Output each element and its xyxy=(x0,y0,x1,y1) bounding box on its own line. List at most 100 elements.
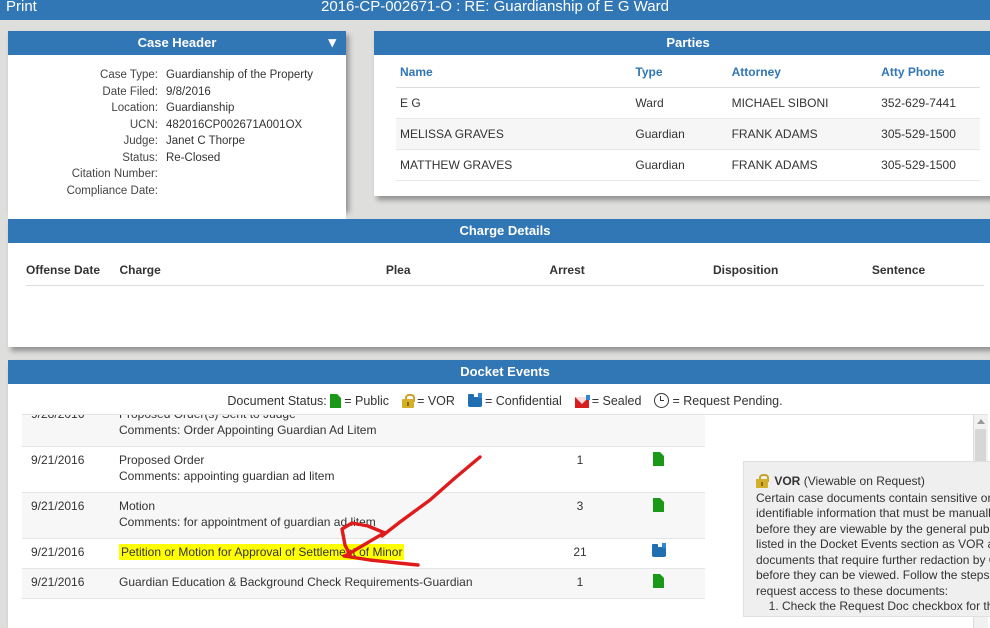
docket-events-title-text: Docket Events xyxy=(460,364,550,379)
charge-column-header: Charge xyxy=(119,263,161,277)
party-phone: 305-529-1500 xyxy=(877,118,980,150)
document-icon xyxy=(653,452,664,466)
document-icon xyxy=(653,574,664,588)
docket-event-status-icon[interactable] xyxy=(615,415,705,446)
party-type: Guardian xyxy=(631,118,728,150)
docket-row[interactable]: 9/21/2016 Guardian Education & Background… xyxy=(22,569,705,599)
docket-event-status-icon[interactable] xyxy=(615,569,705,598)
charge-details-table-header: Offense Date Charge Plea Arrest Disposition S… xyxy=(26,243,984,286)
window-title-bar: Print 2016-CP-002671-O : RE: Guardianshi… xyxy=(0,0,990,20)
envelope-icon xyxy=(574,395,590,408)
case-title: 2016-CP-002671-O : RE: Guardianship of E… xyxy=(321,0,669,15)
docket-row[interactable]: 9/28/2016 Proposed Order(s) Sent to Judge… xyxy=(22,414,705,447)
docket-event-title[interactable]: Motion xyxy=(119,499,155,513)
parties-panel: Parties Name Type Attorney Atty Phone E G Wa… xyxy=(374,31,990,196)
vor-info-line: Certain case documents contain sensitive… xyxy=(756,490,990,505)
docket-event-title[interactable]: Proposed Order xyxy=(119,453,204,467)
docket-event-comment: Comments: appointing guardian ad litem xyxy=(119,469,335,483)
case-header-field-label: Judge: xyxy=(123,135,158,147)
docket-event-page-count: 1 xyxy=(576,575,584,589)
case-header-field-label: Case Type: xyxy=(100,69,158,81)
docket-event-page-count: 21 xyxy=(573,545,587,559)
case-header-field: UCN: 482016CP002671A001OX xyxy=(8,117,346,134)
vor-subtitle-text: (Viewable on Request) xyxy=(803,474,925,488)
docket-event-description: Motion Comments: for appointment of guard… xyxy=(119,493,545,538)
docket-event-title[interactable]: Guardian Education & Background Check Re… xyxy=(119,575,473,589)
docket-row[interactable]: 9/21/2016 Motion Comments: for appointment… xyxy=(22,493,705,539)
docket-event-comment: Comments: Order Appointing Guardian Ad L… xyxy=(119,423,377,437)
docket-event-description: Guardian Education & Background Check Re… xyxy=(119,569,545,598)
legend-item: = VOR xyxy=(402,394,455,408)
case-header-field: Judge: Janet C Thorpe xyxy=(8,133,346,150)
table-row[interactable]: MATTHEW GRAVES Guardian FRANK ADAMS 305-529… xyxy=(396,149,980,181)
case-header-field: Location: Guardianship xyxy=(8,100,346,117)
party-phone: 352-629-7441 xyxy=(877,87,980,119)
party-type: Ward xyxy=(631,87,728,119)
vor-info-line: documents that require further redaction… xyxy=(756,552,990,567)
charge-details-title-text: Charge Details xyxy=(459,223,551,238)
folder-icon xyxy=(467,393,482,408)
case-header-panel: Case Header ▾ Case Type: Guardianship of … xyxy=(8,31,346,221)
docket-event-status-icon[interactable] xyxy=(615,539,705,568)
case-header-panel-title: Case Header ▾ xyxy=(8,31,346,55)
docket-event-description: Petition or Motion for Approval of Settl… xyxy=(119,539,545,568)
docket-event-title[interactable]: Proposed Order(s) Sent to Judge xyxy=(119,415,296,421)
scroll-up-arrow-icon[interactable] xyxy=(977,419,985,424)
docket-events-panel-title: Docket Events xyxy=(8,360,990,384)
docket-event-page-count: 3 xyxy=(576,499,584,513)
case-header-field-value: 9/8/2016 xyxy=(166,85,211,98)
table-row[interactable]: MELISSA GRAVES Guardian FRANK ADAMS 305-529… xyxy=(396,118,980,150)
parties-title-text: Parties xyxy=(666,35,710,50)
vor-info-title: VOR (Viewable on Request) xyxy=(756,474,990,490)
parties-table-body: E G Ward MICHAEL SIBONI 352-629-7441 MELISSA… xyxy=(396,87,980,181)
case-header-field: Date Filed: 9/8/2016 xyxy=(8,84,346,101)
docket-row[interactable]: 9/21/2016 Petition or Motion for Approval… xyxy=(22,539,705,569)
vor-title-text: VOR xyxy=(774,474,801,488)
parties-table-wrap: Name Type Attorney Atty Phone E G Ward MICHAE… xyxy=(374,55,990,181)
case-header-fields: Case Type: Guardianship of the Property Da… xyxy=(8,55,346,221)
legend-label: Document Status: xyxy=(227,394,327,408)
vor-info-step: Check the Request Doc checkbox for th xyxy=(782,599,990,615)
docket-event-title[interactable]: Petition or Motion for Approval of Settl… xyxy=(119,544,405,560)
legend-item: = Sealed xyxy=(574,394,642,408)
charge-column-header: Sentence xyxy=(871,263,926,277)
case-header-field-label: Location: xyxy=(111,102,158,114)
docket-event-date: 9/21/2016 xyxy=(31,575,85,589)
docket-event-status-icon[interactable] xyxy=(615,493,705,538)
document-status-legend: Document Status: = Public = VOR = Confiden… xyxy=(8,384,990,414)
case-header-field-value: Guardianship of the Property xyxy=(166,69,314,81)
legend-item-text: = Request Pending. xyxy=(672,394,783,408)
docket-event-status-icon[interactable] xyxy=(615,447,705,492)
party-attorney: MICHAEL SIBONI xyxy=(727,87,878,119)
legend-items: = Public = VOR = Confidential = Sealed = Req… xyxy=(330,393,783,408)
party-phone: 305-529-1500 xyxy=(877,149,980,181)
parties-column-header: Name xyxy=(396,55,632,88)
folder-icon xyxy=(651,543,666,558)
table-row[interactable]: E G Ward MICHAEL SIBONI 352-629-7441 xyxy=(396,87,980,119)
docket-row[interactable]: 9/21/2016 Proposed Order Comments: appoint… xyxy=(22,447,705,493)
party-attorney: FRANK ADAMS xyxy=(727,118,878,150)
case-header-field-value xyxy=(166,166,346,183)
case-header-field-value: Guardianship xyxy=(166,102,235,114)
case-header-title-text: Case Header xyxy=(137,35,217,50)
legend-item: = Public xyxy=(330,394,389,408)
vor-info-line: identifiable information that must be ma… xyxy=(756,506,990,520)
docket-event-date: 9/28/2016 xyxy=(31,414,85,421)
parties-table-header: Name Type Attorney Atty Phone xyxy=(396,55,980,88)
case-header-field-value xyxy=(166,183,346,200)
parties-column-header: Atty Phone xyxy=(877,55,980,88)
docket-event-comment: Comments: for appointment of guardian ad… xyxy=(119,515,376,529)
vor-info-line: before they can be viewed. Follow the st… xyxy=(756,568,990,582)
docket-events-list: 9/28/2016 Proposed Order(s) Sent to Judge… xyxy=(22,414,705,599)
case-header-field-value: 482016CP002671A001OX xyxy=(166,118,303,131)
legend-item-text: = Sealed xyxy=(591,394,642,408)
party-attorney: FRANK ADAMS xyxy=(727,149,878,181)
docket-event-date: 9/21/2016 xyxy=(31,545,85,559)
case-header-field: Compliance Date: xyxy=(8,183,346,200)
document-icon xyxy=(653,498,664,512)
charge-column-header: Plea xyxy=(385,263,411,277)
legend-item-text: = VOR xyxy=(417,394,455,408)
parties-column-header: Attorney xyxy=(727,55,878,88)
chevron-down-icon[interactable]: ▾ xyxy=(328,31,336,55)
case-header-field-label: Date Filed: xyxy=(102,85,158,98)
